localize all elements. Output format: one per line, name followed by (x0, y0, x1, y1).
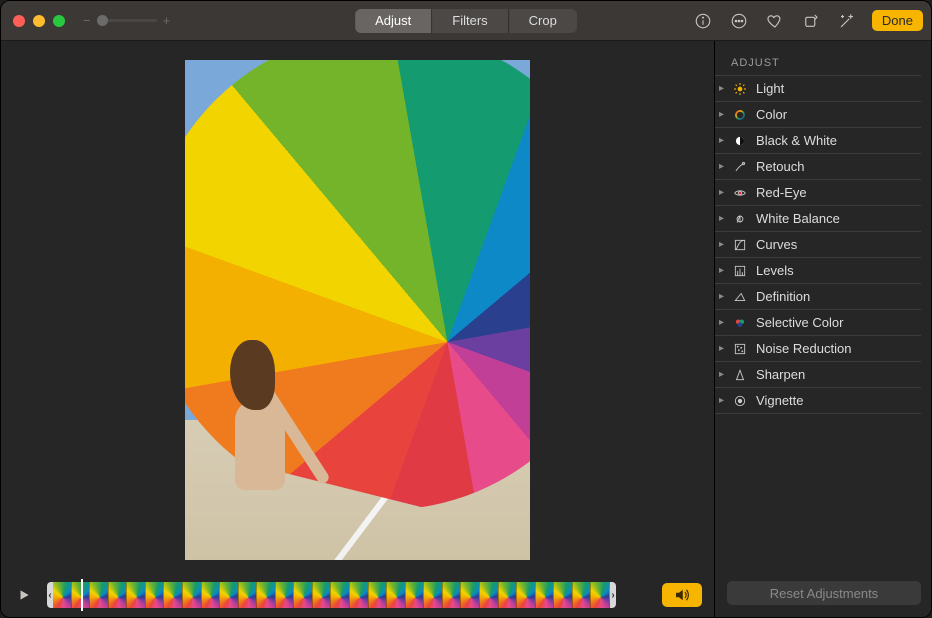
window-controls (13, 15, 65, 27)
trim-handle-end[interactable]: › (610, 582, 616, 608)
adjustment-row-color[interactable]: ▸ Color (715, 102, 921, 128)
disclosure-icon: ▸ (719, 109, 724, 120)
adjustment-label: Color (756, 107, 787, 122)
retouch-icon (732, 159, 748, 175)
photos-edit-window: − + Adjust Filters Crop (0, 0, 932, 618)
adjustment-label: Definition (756, 289, 810, 304)
color-icon (732, 107, 748, 123)
favorite-button[interactable] (764, 10, 786, 32)
trim-handle-start[interactable]: ‹ (47, 582, 53, 608)
adjustment-label: Levels (756, 263, 794, 278)
volume-button[interactable] (662, 583, 702, 607)
adjustment-row-selcolor[interactable]: ▸ Selective Color (715, 310, 921, 336)
adjustment-row-retouch[interactable]: ▸ Retouch (715, 154, 921, 180)
light-icon (732, 81, 748, 97)
edit-mode-tabs: Adjust Filters Crop (355, 9, 577, 33)
adjustment-row-sharpen[interactable]: ▸ Sharpen (715, 362, 921, 388)
toolbar-right: Done (692, 10, 923, 32)
adjustment-label: Retouch (756, 159, 804, 174)
selcolor-icon (732, 315, 748, 331)
close-window-button[interactable] (13, 15, 25, 27)
disclosure-icon: ▸ (719, 161, 724, 172)
zoom-window-button[interactable] (53, 15, 65, 27)
more-button[interactable] (728, 10, 750, 32)
disclosure-icon: ▸ (719, 187, 724, 198)
disclosure-icon: ▸ (719, 291, 724, 302)
adjustment-row-noise[interactable]: ▸ Noise Reduction (715, 336, 921, 362)
titlebar: − + Adjust Filters Crop (1, 1, 931, 41)
sharpen-icon (732, 367, 748, 383)
curves-icon (732, 237, 748, 253)
adjustment-row-bw[interactable]: ▸ Black & White (715, 128, 921, 154)
disclosure-icon: ▸ (719, 343, 724, 354)
adjustment-row-curves[interactable]: ▸ Curves (715, 232, 921, 258)
vignette-icon (732, 393, 748, 409)
adjustments-list: ▸ Light ▸ Color ▸ Black & White ▸ Retouch ▸ Red-E… (715, 76, 921, 414)
adjustment-label: Black & White (756, 133, 837, 148)
adjustment-label: Noise Reduction (756, 341, 851, 356)
adjustment-label: Light (756, 81, 784, 96)
main-area: ‹ › (1, 41, 931, 617)
adjustment-label: Vignette (756, 393, 803, 408)
disclosure-icon: ▸ (719, 135, 724, 146)
adjustment-row-redeye[interactable]: ▸ Red-Eye (715, 180, 921, 206)
tab-adjust[interactable]: Adjust (355, 9, 432, 33)
definition-icon (732, 289, 748, 305)
adjustment-label: Curves (756, 237, 797, 252)
filmstrip[interactable]: ‹ › (41, 582, 622, 608)
disclosure-icon: ▸ (719, 317, 724, 328)
adjustment-label: Sharpen (756, 367, 805, 382)
zoom-out-icon: − (83, 13, 91, 28)
zoom-track[interactable] (97, 19, 157, 22)
adjustment-label: Red-Eye (756, 185, 807, 200)
wb-icon (732, 211, 748, 227)
sidebar-title: ADJUST (715, 51, 921, 76)
levels-icon (732, 263, 748, 279)
play-button[interactable] (13, 584, 35, 606)
rotate-button[interactable] (800, 10, 822, 32)
filmstrip-frames (53, 582, 610, 608)
noise-icon (732, 341, 748, 357)
disclosure-icon: ▸ (719, 265, 724, 276)
disclosure-icon: ▸ (719, 369, 724, 380)
adjustment-label: Selective Color (756, 315, 843, 330)
disclosure-icon: ▸ (719, 83, 724, 94)
zoom-in-icon: + (163, 13, 171, 28)
adjustment-row-light[interactable]: ▸ Light (715, 76, 921, 102)
canvas-panel: ‹ › (1, 41, 715, 617)
zoom-slider[interactable]: − + (83, 13, 170, 28)
tab-filters[interactable]: Filters (432, 9, 508, 33)
adjust-sidebar: ADJUST ▸ Light ▸ Color ▸ Black & White ▸ Retouc… (715, 41, 931, 617)
redeye-icon (732, 185, 748, 201)
reset-adjustments-button[interactable]: Reset Adjustments (727, 581, 921, 605)
done-button[interactable]: Done (872, 10, 923, 31)
auto-enhance-button[interactable] (836, 10, 858, 32)
bw-icon (732, 133, 748, 149)
disclosure-icon: ▸ (719, 213, 724, 224)
adjustment-label: White Balance (756, 211, 840, 226)
adjustment-row-vignette[interactable]: ▸ Vignette (715, 388, 921, 414)
photo-preview (185, 60, 530, 560)
zoom-thumb[interactable] (97, 15, 108, 26)
playhead[interactable] (81, 579, 83, 611)
disclosure-icon: ▸ (719, 239, 724, 250)
info-button[interactable] (692, 10, 714, 32)
adjustment-row-definition[interactable]: ▸ Definition (715, 284, 921, 310)
tab-crop[interactable]: Crop (509, 9, 577, 33)
adjustment-row-wb[interactable]: ▸ White Balance (715, 206, 921, 232)
canvas-viewport[interactable] (1, 41, 714, 579)
disclosure-icon: ▸ (719, 395, 724, 406)
video-timeline-row: ‹ › (1, 579, 714, 617)
minimize-window-button[interactable] (33, 15, 45, 27)
adjustment-row-levels[interactable]: ▸ Levels (715, 258, 921, 284)
